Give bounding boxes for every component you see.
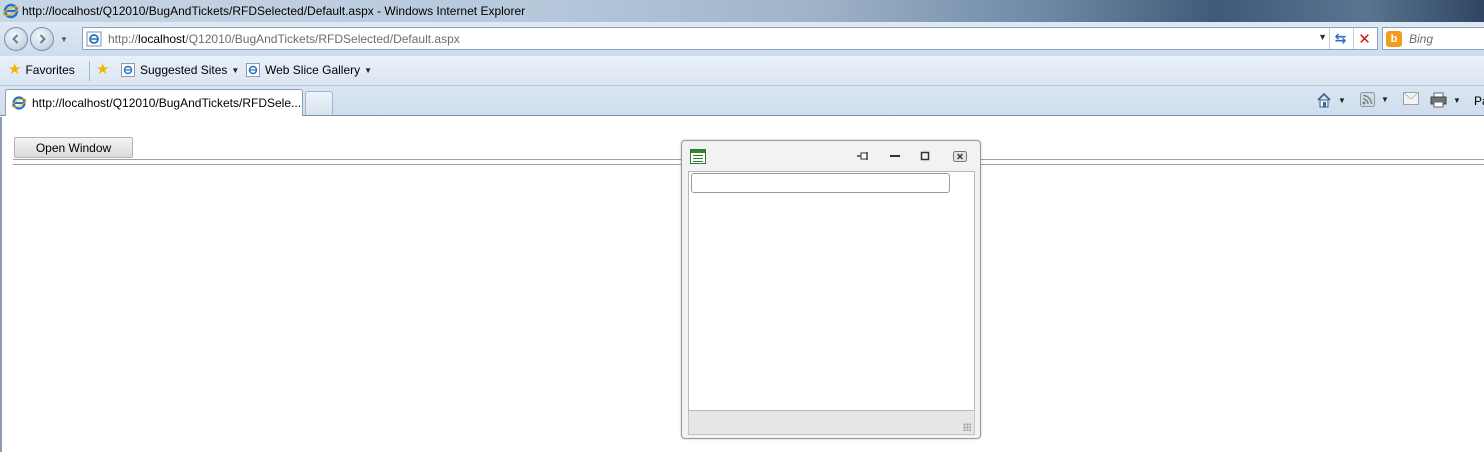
recent-pages-dropdown-icon[interactable]: ▼ <box>60 35 68 44</box>
stop-icon: ✕ <box>1358 30 1371 48</box>
page-ie-icon <box>86 31 102 46</box>
tab-active[interactable]: http://localhost/Q12010/BugAndTickets/RF… <box>5 89 303 116</box>
new-tab-button[interactable] <box>305 91 333 115</box>
open-window-button[interactable]: Open Window <box>14 137 133 158</box>
rss-feed-icon <box>1360 92 1375 107</box>
favorites-bar: ★ Favorites ★ Suggested Sites ▼ Web Slic… <box>0 56 1484 86</box>
tab-ie-icon <box>11 96 27 110</box>
navigation-bar: ▼ http://localhost/Q12010/BugAndTickets/… <box>0 22 1484 56</box>
search-placeholder: Bing <box>1409 31 1434 46</box>
address-dropdown-icon[interactable]: ▼ <box>1318 32 1327 42</box>
favorites-label: Favorites <box>25 63 75 77</box>
suggested-sites-link[interactable]: Suggested Sites ▼ <box>121 63 239 77</box>
chevron-down-icon: ▼ <box>364 65 373 75</box>
read-mail-button[interactable] <box>1403 92 1419 105</box>
refresh-icon: ⇆ <box>1334 30 1347 46</box>
resize-grip-icon[interactable] <box>963 423 971 431</box>
favorites-star-icon: ★ <box>8 61 22 78</box>
home-icon <box>1317 92 1331 108</box>
printer-icon <box>1430 92 1447 108</box>
tab-bar: http://localhost/Q12010/BugAndTickets/RF… <box>0 86 1484 116</box>
close-button[interactable] <box>953 150 967 162</box>
popup-text-input[interactable] <box>691 173 950 193</box>
address-url[interactable]: http://localhost/Q12010/BugAndTickets/RF… <box>108 32 460 46</box>
address-bar[interactable]: http://localhost/Q12010/BugAndTickets/RF… <box>82 27 1378 50</box>
suggested-sites-ie-icon <box>121 63 135 77</box>
maximize-button[interactable] <box>918 150 932 162</box>
pin-icon <box>857 152 868 160</box>
forward-button[interactable] <box>30 27 54 51</box>
tab-label: http://localhost/Q12010/BugAndTickets/RF… <box>32 96 302 110</box>
window-title: http://localhost/Q12010/BugAndTickets/RF… <box>22 4 526 18</box>
refresh-button[interactable]: ⇆ <box>1329 28 1351 49</box>
forward-arrow-icon <box>39 34 46 44</box>
page-menu-label[interactable]: Pa <box>1474 94 1484 108</box>
popup-title-bar[interactable] <box>682 141 980 171</box>
pin-button[interactable] <box>856 150 870 162</box>
window-document-icon <box>690 149 706 164</box>
ie-logo-icon <box>3 3 19 19</box>
print-button[interactable]: ▼ <box>1430 92 1461 108</box>
chevron-down-icon: ▼ <box>1453 95 1461 105</box>
popup-status-bar <box>688 411 975 435</box>
suggested-sites-label: Suggested Sites <box>140 63 228 77</box>
add-favorite-icon: ★ <box>96 61 110 78</box>
popup-content-area <box>688 171 975 411</box>
add-to-favorites-button[interactable]: ★ <box>96 61 113 78</box>
mail-icon <box>1403 92 1419 105</box>
favorites-button[interactable]: ★ Favorites <box>8 61 75 78</box>
window-title-bar[interactable]: http://localhost/Q12010/BugAndTickets/RF… <box>0 0 1484 22</box>
stop-button[interactable]: ✕ <box>1353 28 1375 49</box>
minimize-icon <box>890 155 900 157</box>
chevron-down-icon: ▼ <box>1381 95 1389 104</box>
address-url-host: localhost <box>138 31 186 46</box>
favorites-separator <box>89 61 90 81</box>
search-box[interactable]: b Bing <box>1382 27 1484 50</box>
maximize-icon <box>920 151 930 161</box>
back-arrow-icon <box>12 34 19 44</box>
minimize-button[interactable] <box>888 150 902 162</box>
back-button[interactable] <box>4 27 28 51</box>
chevron-down-icon: ▼ <box>231 65 240 75</box>
popup-window[interactable] <box>681 140 981 439</box>
home-button[interactable]: ▼ <box>1316 92 1346 108</box>
close-icon <box>953 150 967 162</box>
web-slice-ie-icon <box>246 63 260 77</box>
feeds-button[interactable]: ▼ <box>1360 92 1389 107</box>
web-slice-gallery-label: Web Slice Gallery <box>265 63 361 77</box>
chevron-down-icon: ▼ <box>1338 95 1346 105</box>
bing-icon: b <box>1386 30 1402 47</box>
web-slice-gallery-link[interactable]: Web Slice Gallery ▼ <box>246 63 372 77</box>
